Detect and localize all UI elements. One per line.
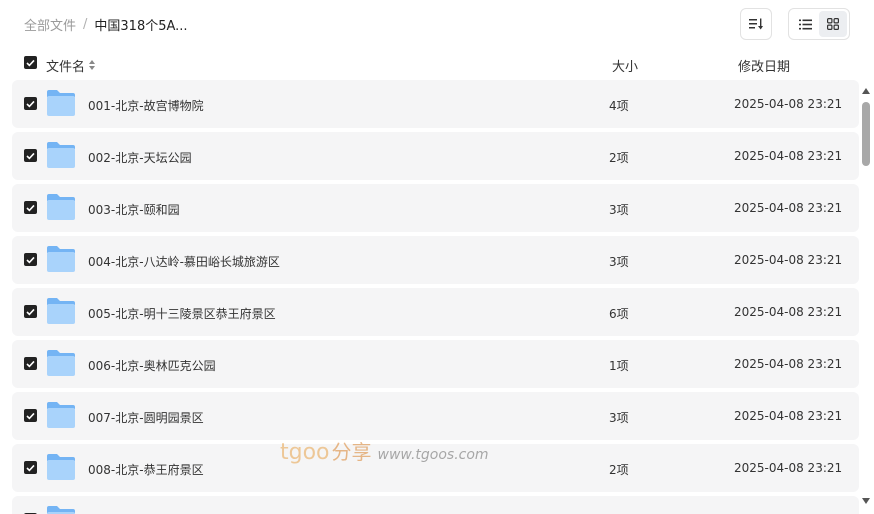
folder-icon: [46, 297, 76, 325]
folder-icon: [46, 193, 76, 221]
sort-list-icon: [749, 15, 763, 34]
file-date: 2025-04-08 23:21: [734, 409, 843, 423]
file-size: 4项: [609, 99, 629, 113]
scroll-down-arrow-icon[interactable]: [862, 498, 870, 504]
grid-view-button[interactable]: [819, 11, 847, 37]
file-size: 2项: [609, 151, 629, 165]
file-name[interactable]: 002-北京-天坛公园: [88, 149, 192, 166]
file-row[interactable]: 004-北京-八达岭-慕田峪长城旅游区 3项 2025-04-08 23:21: [12, 236, 859, 284]
file-name[interactable]: 001-北京-故宫博物院: [88, 97, 204, 114]
select-all-checkbox[interactable]: [24, 56, 37, 69]
sort-button[interactable]: [740, 8, 772, 40]
file-size: 3项: [609, 203, 629, 217]
watermark: tgoo 分享 www.tgoos.com: [280, 436, 489, 465]
grid-view-icon: [827, 15, 840, 34]
folder-icon: [46, 89, 76, 117]
file-list-header: 文件名 大小 修改日期: [0, 50, 874, 78]
file-date: 2025-04-08 23:21: [734, 461, 843, 475]
file-size: 1项: [609, 359, 629, 373]
file-size: 3项: [609, 411, 629, 425]
file-row[interactable]: 007-北京-圆明园景区 3项 2025-04-08 23:21: [12, 392, 859, 440]
file-name[interactable]: 006-北京-奥林匹克公园: [88, 357, 216, 374]
folder-icon: [46, 141, 76, 169]
breadcrumb-current-folder: 中国318个5A...: [94, 19, 188, 34]
row-checkbox[interactable]: [24, 253, 37, 266]
scroll-thumb[interactable]: [862, 102, 870, 166]
breadcrumb-separator: /: [83, 17, 88, 32]
file-row[interactable]: 002-北京-天坛公园 2项 2025-04-08 23:21: [12, 132, 859, 180]
file-name[interactable]: 008-北京-恭王府景区: [88, 461, 204, 478]
list-view-icon: [798, 15, 812, 34]
file-date: 2025-04-08 23:21: [734, 201, 843, 215]
file-row[interactable]: 001-北京-故宫博物院 4项 2025-04-08 23:21: [12, 80, 859, 128]
view-mode-switch: [788, 8, 850, 40]
list-view-button[interactable]: [791, 11, 819, 37]
folder-icon: [46, 349, 76, 377]
top-bar: 全部文件 / 中国318个5A...: [0, 0, 874, 50]
file-row-partial[interactable]: [12, 496, 859, 514]
file-row[interactable]: 006-北京-奥林匹克公园 1项 2025-04-08 23:21: [12, 340, 859, 388]
folder-icon: [46, 505, 76, 514]
scroll-up-arrow-icon[interactable]: [862, 88, 870, 94]
row-checkbox[interactable]: [24, 305, 37, 318]
row-checkbox[interactable]: [24, 201, 37, 214]
folder-icon: [46, 401, 76, 429]
column-header-date[interactable]: 修改日期: [738, 56, 790, 75]
file-name[interactable]: 007-北京-圆明园景区: [88, 409, 204, 426]
row-checkbox[interactable]: [24, 149, 37, 162]
file-size: 6项: [609, 307, 629, 321]
watermark-label: 分享: [331, 440, 372, 464]
file-row[interactable]: 003-北京-颐和园 3项 2025-04-08 23:21: [12, 184, 859, 232]
file-date: 2025-04-08 23:21: [734, 357, 843, 371]
column-header-size[interactable]: 大小: [612, 56, 638, 75]
column-header-name[interactable]: 文件名: [46, 56, 96, 75]
file-date: 2025-04-08 23:21: [734, 305, 843, 319]
file-name[interactable]: 003-北京-颐和园: [88, 201, 180, 218]
row-checkbox[interactable]: [24, 357, 37, 370]
file-name[interactable]: 005-北京-明十三陵景区恭王府景区: [88, 305, 276, 322]
file-row[interactable]: 005-北京-明十三陵景区恭王府景区 6项 2025-04-08 23:21: [12, 288, 859, 336]
watermark-url: www.tgoos.com: [377, 447, 489, 463]
file-name[interactable]: 004-北京-八达岭-慕田峪长城旅游区: [88, 253, 280, 270]
column-header-name-label: 文件名: [46, 60, 86, 75]
file-date: 2025-04-08 23:21: [734, 149, 843, 163]
breadcrumb-root-link[interactable]: 全部文件: [24, 15, 76, 34]
folder-icon: [46, 453, 76, 481]
folder-icon: [46, 245, 76, 273]
sort-caret-icon: [89, 60, 96, 71]
vertical-scrollbar[interactable]: [860, 86, 872, 510]
file-size: 3项: [609, 255, 629, 269]
row-checkbox[interactable]: [24, 97, 37, 110]
file-date: 2025-04-08 23:21: [734, 253, 843, 267]
watermark-logo: tgoo: [280, 440, 330, 465]
file-date: 2025-04-08 23:21: [734, 97, 843, 111]
row-checkbox[interactable]: [24, 409, 37, 422]
breadcrumb: 全部文件 / 中国318个5A...: [24, 15, 188, 34]
file-size: 2项: [609, 463, 629, 477]
row-checkbox[interactable]: [24, 461, 37, 474]
